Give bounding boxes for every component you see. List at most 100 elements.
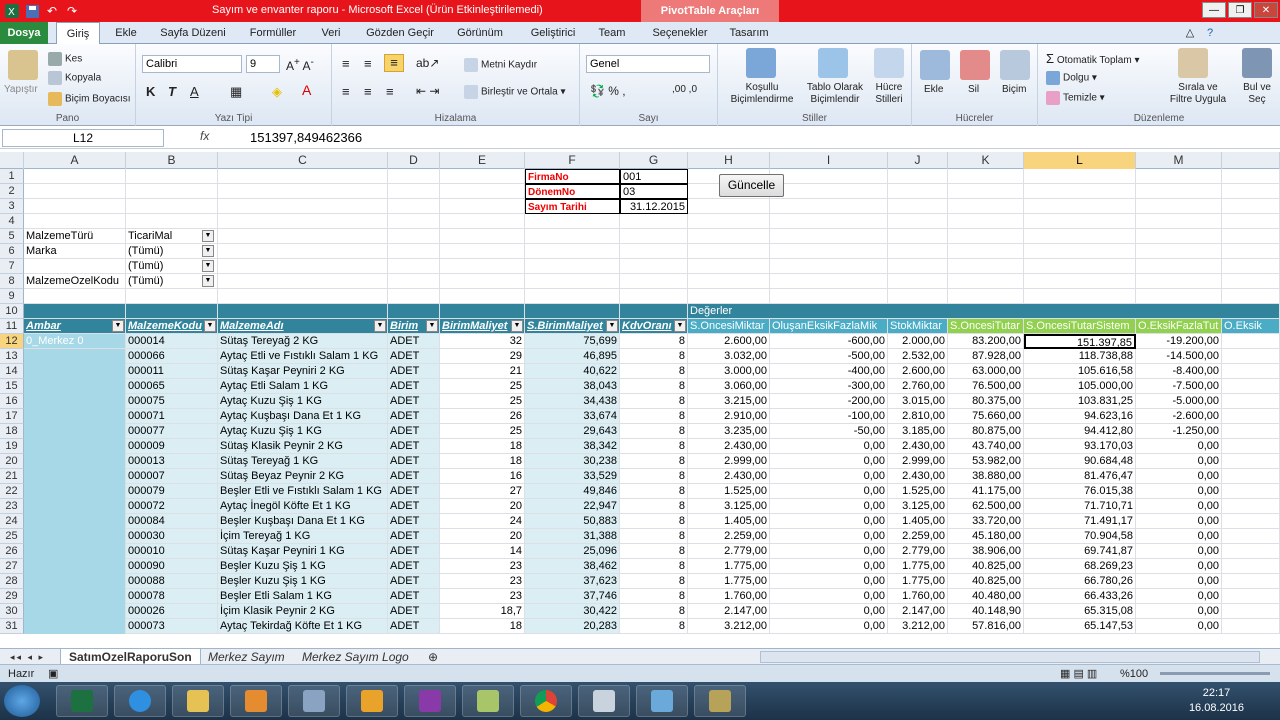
cell[interactable] [525,274,620,289]
pre-count-amount[interactable]: 41.175,00 [948,484,1024,499]
pre-count-amount[interactable]: 75.660,00 [948,409,1024,424]
diff-amount[interactable]: -8.400,00 [1136,364,1222,379]
cell[interactable] [126,169,218,184]
pre-count-qty[interactable]: 3.212,00 [688,619,770,634]
column-header-d[interactable]: D [388,152,440,169]
autosum-button[interactable]: Σ Otomatik Toplam ▾ [1046,51,1139,66]
stock-qty[interactable]: 2.810,00 [888,409,948,424]
system-amount[interactable]: 81.476,47 [1024,469,1136,484]
unit[interactable]: ADET [388,484,440,499]
stock-qty[interactable]: 3.212,00 [888,619,948,634]
column-header-l[interactable]: L [1024,152,1136,169]
format-table-icon[interactable] [818,48,848,78]
cell[interactable] [1222,454,1280,469]
diff-qty[interactable]: -500,00 [770,349,888,364]
cell[interactable] [440,274,525,289]
material-code[interactable]: 000066 [126,349,218,364]
diff-amount[interactable]: 0,00 [1136,544,1222,559]
cell[interactable] [1222,409,1280,424]
diff-qty[interactable]: 0,00 [770,484,888,499]
ambar-cell[interactable] [24,514,126,529]
row-header[interactable]: 1 [0,169,24,184]
cell[interactable] [440,304,525,319]
material-name[interactable]: Beşler Kuzu Şiş 1 KG [218,574,388,589]
diff-qty[interactable]: 0,00 [770,574,888,589]
taskbar-app2[interactable] [694,685,746,717]
material-name[interactable]: Aytaç Kuzu Şiş 1 KG [218,424,388,439]
ambar-cell[interactable] [24,484,126,499]
cell[interactable] [1222,529,1280,544]
cell[interactable] [1222,574,1280,589]
cell[interactable] [218,289,388,304]
pre-count-qty[interactable]: 2.779,00 [688,544,770,559]
material-code[interactable]: 000077 [126,424,218,439]
cell[interactable] [388,304,440,319]
tab-data[interactable]: Veri [312,22,350,44]
sheet-tab-active[interactable]: SatımOzelRaporuSon [60,649,201,665]
row-header[interactable]: 23 [0,499,24,514]
field-filter-icon[interactable]: ▼ [374,320,386,332]
cell[interactable] [1024,289,1136,304]
cell[interactable] [770,184,888,199]
diff-qty[interactable]: 0,00 [770,454,888,469]
material-name[interactable]: Aytaç Kuzu Şiş 1 KG [218,394,388,409]
s-unit-cost[interactable]: 33,529 [525,469,620,484]
unit[interactable]: ADET [388,544,440,559]
vat-rate[interactable]: 8 [620,544,688,559]
ambar-cell[interactable] [24,469,126,484]
diff-amount[interactable]: 0,00 [1136,619,1222,634]
cell[interactable] [1222,469,1280,484]
cell[interactable] [888,259,948,274]
diff-qty[interactable]: -400,00 [770,364,888,379]
pre-count-amount[interactable]: 43.740,00 [948,439,1024,454]
cell[interactable] [688,214,770,229]
vat-rate[interactable]: 8 [620,424,688,439]
cell[interactable] [948,259,1024,274]
cell[interactable] [948,169,1024,184]
cell[interactable] [1136,229,1222,244]
stock-qty[interactable]: 2.430,00 [888,469,948,484]
view-buttons[interactable]: ▦ ▤ ▥ [1060,667,1097,680]
ambar-cell[interactable] [24,424,126,439]
unit[interactable]: ADET [388,604,440,619]
taskbar-onenote[interactable] [404,685,456,717]
system-amount[interactable]: 65.147,53 [1024,619,1136,634]
cell[interactable] [388,289,440,304]
cell[interactable] [1024,169,1136,184]
unit[interactable]: ADET [388,349,440,364]
close-button[interactable]: ✕ [1254,2,1278,18]
column-header-i[interactable]: I [770,152,888,169]
vat-rate[interactable]: 8 [620,334,688,349]
vat-rate[interactable]: 8 [620,349,688,364]
cell[interactable] [1222,424,1280,439]
pre-count-qty[interactable]: 3.032,00 [688,349,770,364]
unit-cost[interactable]: 23 [440,589,525,604]
material-name[interactable]: İçim Tereyağ 1 KG [218,529,388,544]
cell[interactable] [218,274,388,289]
cell[interactable] [770,259,888,274]
diff-amount[interactable]: 0,00 [1136,559,1222,574]
row-header[interactable]: 7 [0,259,24,274]
param-value[interactable]: 03 [620,184,688,199]
cell[interactable] [948,184,1024,199]
unit-cost[interactable]: 25 [440,379,525,394]
pre-count-amount[interactable]: 53.982,00 [948,454,1024,469]
system-amount[interactable]: 68.269,23 [1024,559,1136,574]
horizontal-scrollbar[interactable] [760,651,1260,663]
ambar-cell[interactable] [24,544,126,559]
system-amount[interactable]: 93.170,03 [1024,439,1136,454]
diff-qty[interactable]: -100,00 [770,409,888,424]
stock-qty[interactable]: 2.999,00 [888,454,948,469]
row-header[interactable]: 21 [0,469,24,484]
cell[interactable] [218,169,388,184]
tab-developer[interactable]: Geliştirici [520,22,586,44]
cell[interactable] [1136,244,1222,259]
column-header-n[interactable] [1222,152,1280,169]
align-bottom-icon[interactable]: ≡ [384,54,404,72]
column-header-b[interactable]: B [126,152,218,169]
vat-rate[interactable]: 8 [620,394,688,409]
orientation-icon[interactable]: ab↗ [416,56,439,70]
ambar-cell[interactable] [24,349,126,364]
cell[interactable] [948,214,1024,229]
cell[interactable] [525,214,620,229]
